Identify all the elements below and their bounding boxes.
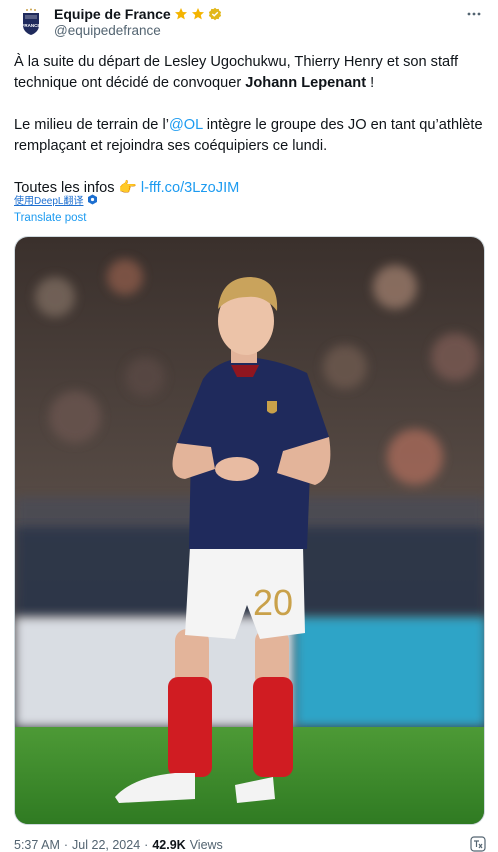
meta-separator: · <box>144 838 149 852</box>
post-text: À la suite du départ de Lesley Ugochukwu… <box>14 52 488 199</box>
post-header: FRANCE Equipe de France @equipedefrance <box>14 4 484 40</box>
meta-separator: · <box>63 838 69 852</box>
pointing-emoji: 👉 <box>118 180 137 196</box>
star-icon <box>191 8 204 20</box>
post-text-segment: ! <box>366 75 375 91</box>
player-name: Johann Lepenant <box>245 75 367 91</box>
display-name[interactable]: Equipe de France <box>54 6 171 22</box>
deepl-translate-row[interactable]: 使用DeepL翻译 <box>14 192 98 207</box>
deepl-translate-icon[interactable] <box>470 836 486 852</box>
jersey-number: 20 <box>253 582 293 623</box>
fff-crest-icon: FRANCE <box>14 5 48 39</box>
deepl-label[interactable]: 使用DeepL翻译 <box>14 192 83 207</box>
post-paragraph-2: Le milieu de terrain de l’@OL intègre le… <box>14 115 488 157</box>
more-options-icon[interactable] <box>464 4 484 24</box>
post-text-segment: Le milieu de terrain de l’ <box>14 117 169 133</box>
verified-badge-icon <box>208 7 221 21</box>
post-paragraph-1: À la suite du départ de Lesley Ugochukwu… <box>14 52 488 94</box>
post-photo[interactable]: 20 <box>14 236 485 825</box>
avatar-crest-text: FRANCE <box>22 23 41 28</box>
name-row: Equipe de France <box>54 5 222 23</box>
star-icon <box>174 8 187 20</box>
deepl-icon <box>88 194 98 205</box>
translate-post-link[interactable]: Translate post <box>14 212 86 224</box>
post-link[interactable]: l-fff.co/3LzoJIM <box>141 180 239 196</box>
post-date[interactable]: Jul 22, 2024 <box>72 838 140 852</box>
views-count: 42.9K <box>152 838 186 852</box>
mention-link[interactable]: @OL <box>169 117 203 133</box>
avatar[interactable]: FRANCE <box>14 5 48 39</box>
post-text-segment: À la suite du départ de Lesley Ugochukwu… <box>14 54 458 91</box>
post-meta: 5:37 AM · Jul 22, 2024 · 42.9K Views <box>14 838 223 852</box>
player-photo-illustration: 20 <box>15 237 484 824</box>
account-handle[interactable]: @equipedefrance <box>54 23 161 38</box>
views-label: Views <box>189 838 223 852</box>
post-time[interactable]: 5:37 AM <box>14 838 60 852</box>
